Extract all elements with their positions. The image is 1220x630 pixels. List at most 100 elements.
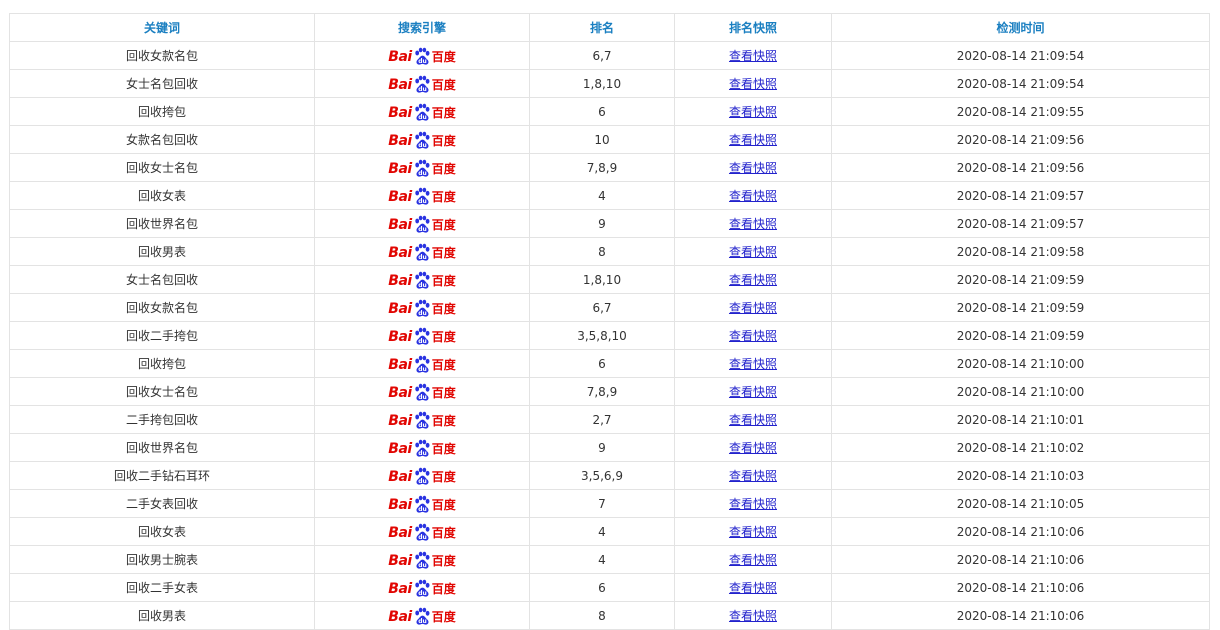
view-snapshot-link[interactable]: 查看快照	[729, 245, 777, 259]
baidu-logo: Bai du 百度	[388, 578, 456, 600]
view-snapshot-link[interactable]: 查看快照	[729, 273, 777, 287]
view-snapshot-link[interactable]: 查看快照	[729, 301, 777, 315]
snapshot-cell: 查看快照	[674, 377, 832, 406]
baidu-logo-text: Bai	[388, 132, 412, 149]
engine-cell: Bai du 百度	[314, 601, 530, 630]
baidu-logo-text: Bai	[388, 580, 412, 597]
view-snapshot-link[interactable]: 查看快照	[729, 133, 777, 147]
view-snapshot-link[interactable]: 查看快照	[729, 357, 777, 371]
baidu-logo-text: Bai	[388, 272, 412, 289]
baidu-paw-icon: du	[415, 299, 430, 317]
table-row: 女士名包回收 Bai du 百度 1,8,10 查看快照 2020-08-14 21:09:…	[9, 265, 1210, 294]
view-snapshot-link[interactable]: 查看快照	[729, 329, 777, 343]
table-row: 二手女表回收 Bai du 百度 7 查看快照 2020-08-14 21:10:05	[9, 489, 1210, 518]
table-row: 二手挎包回收 Bai du 百度 2,7 查看快照 2020-08-14 21:10:01	[9, 405, 1210, 434]
baidu-logo: Bai du 百度	[388, 522, 456, 544]
engine-cell: Bai du 百度	[314, 573, 530, 602]
table-row: 回收男士腕表 Bai du 百度 4 查看快照 2020-08-14 21:10:06	[9, 545, 1210, 574]
baidu-logo: Bai du 百度	[388, 46, 456, 68]
view-snapshot-link[interactable]: 查看快照	[729, 189, 777, 203]
baidu-logo: Bai du 百度	[388, 242, 456, 264]
rank-cell: 4	[529, 517, 675, 546]
view-snapshot-link[interactable]: 查看快照	[729, 525, 777, 539]
view-snapshot-link[interactable]: 查看快照	[729, 49, 777, 63]
baidu-logo-cn: 百度	[431, 217, 456, 232]
rank-cell: 7,8,9	[529, 377, 675, 406]
svg-text:du: du	[418, 114, 427, 121]
time-cell: 2020-08-14 21:10:06	[831, 601, 1210, 630]
view-snapshot-link[interactable]: 查看快照	[729, 497, 777, 511]
baidu-paw-icon: du	[415, 523, 430, 541]
table-row: 回收女款名包 Bai du 百度 6,7 查看快照 2020-08-14 21:09:59	[9, 293, 1210, 322]
time-cell: 2020-08-14 21:09:56	[831, 125, 1210, 154]
view-snapshot-link[interactable]: 查看快照	[729, 441, 777, 455]
svg-text:du: du	[418, 478, 427, 485]
engine-cell: Bai du 百度	[314, 69, 530, 98]
baidu-logo-cn: 百度	[431, 609, 456, 624]
time-cell: 2020-08-14 21:10:00	[831, 377, 1210, 406]
time-cell: 2020-08-14 21:09:59	[831, 265, 1210, 294]
rank-cell: 4	[529, 181, 675, 210]
table-row: 回收挎包 Bai du 百度 6 查看快照 2020-08-14 21:09:55	[9, 97, 1210, 126]
baidu-logo-text: Bai	[388, 48, 412, 65]
view-snapshot-link[interactable]: 查看快照	[729, 609, 777, 623]
keyword-cell: 回收女款名包	[9, 41, 315, 70]
rank-cell: 1,8,10	[529, 69, 675, 98]
baidu-paw-icon: du	[415, 75, 430, 93]
baidu-paw-icon: du	[415, 103, 430, 121]
view-snapshot-link[interactable]: 查看快照	[729, 413, 777, 427]
baidu-logo-text: Bai	[388, 76, 412, 93]
table-row: 回收二手钻石耳环 Bai du 百度 3,5,6,9 查看快照 2020-08-14 21:…	[9, 461, 1210, 490]
keyword-cell: 回收男表	[9, 237, 315, 266]
keyword-cell: 回收世界名包	[9, 433, 315, 462]
time-cell: 2020-08-14 21:09:57	[831, 181, 1210, 210]
baidu-logo-cn: 百度	[431, 357, 456, 372]
view-snapshot-link[interactable]: 查看快照	[729, 469, 777, 483]
table-row: 回收女表 Bai du 百度 4 查看快照 2020-08-14 21:10:06	[9, 517, 1210, 546]
snapshot-cell: 查看快照	[674, 125, 832, 154]
time-cell: 2020-08-14 21:10:01	[831, 405, 1210, 434]
view-snapshot-link[interactable]: 查看快照	[729, 217, 777, 231]
view-snapshot-link[interactable]: 查看快照	[729, 553, 777, 567]
baidu-logo: Bai du 百度	[388, 102, 456, 124]
baidu-logo-text: Bai	[388, 160, 412, 177]
table-row: 女款名包回收 Bai du 百度 10 查看快照 2020-08-14 21:09:56	[9, 125, 1210, 154]
time-cell: 2020-08-14 21:09:54	[831, 41, 1210, 70]
snapshot-cell: 查看快照	[674, 181, 832, 210]
column-header-keyword: 关键词	[9, 13, 315, 42]
view-snapshot-link[interactable]: 查看快照	[729, 77, 777, 91]
baidu-paw-icon: du	[415, 243, 430, 261]
baidu-paw-icon: du	[415, 383, 430, 401]
baidu-paw-icon: du	[415, 355, 430, 373]
keyword-cell: 回收挎包	[9, 349, 315, 378]
rank-cell: 8	[529, 601, 675, 630]
svg-text:du: du	[418, 590, 427, 597]
svg-text:du: du	[418, 198, 427, 205]
view-snapshot-link[interactable]: 查看快照	[729, 385, 777, 399]
baidu-logo: Bai du 百度	[388, 410, 456, 432]
view-snapshot-link[interactable]: 查看快照	[729, 105, 777, 119]
keyword-cell: 回收男士腕表	[9, 545, 315, 574]
baidu-paw-icon: du	[415, 131, 430, 149]
engine-cell: Bai du 百度	[314, 97, 530, 126]
snapshot-cell: 查看快照	[674, 517, 832, 546]
baidu-logo-cn: 百度	[431, 245, 456, 260]
table-row: 回收挎包 Bai du 百度 6 查看快照 2020-08-14 21:10:00	[9, 349, 1210, 378]
snapshot-cell: 查看快照	[674, 573, 832, 602]
keyword-cell: 回收世界名包	[9, 209, 315, 238]
keyword-cell: 回收女表	[9, 181, 315, 210]
baidu-logo-cn: 百度	[431, 133, 456, 148]
engine-cell: Bai du 百度	[314, 349, 530, 378]
baidu-logo-text: Bai	[388, 440, 412, 457]
baidu-logo-cn: 百度	[431, 161, 456, 176]
rank-cell: 7	[529, 489, 675, 518]
time-cell: 2020-08-14 21:10:06	[831, 545, 1210, 574]
view-snapshot-link[interactable]: 查看快照	[729, 161, 777, 175]
svg-text:du: du	[418, 562, 427, 569]
rank-cell: 7,8,9	[529, 153, 675, 182]
baidu-paw-icon: du	[415, 467, 430, 485]
view-snapshot-link[interactable]: 查看快照	[729, 581, 777, 595]
keyword-cell: 女士名包回收	[9, 265, 315, 294]
baidu-paw-icon: du	[415, 607, 430, 625]
snapshot-cell: 查看快照	[674, 545, 832, 574]
